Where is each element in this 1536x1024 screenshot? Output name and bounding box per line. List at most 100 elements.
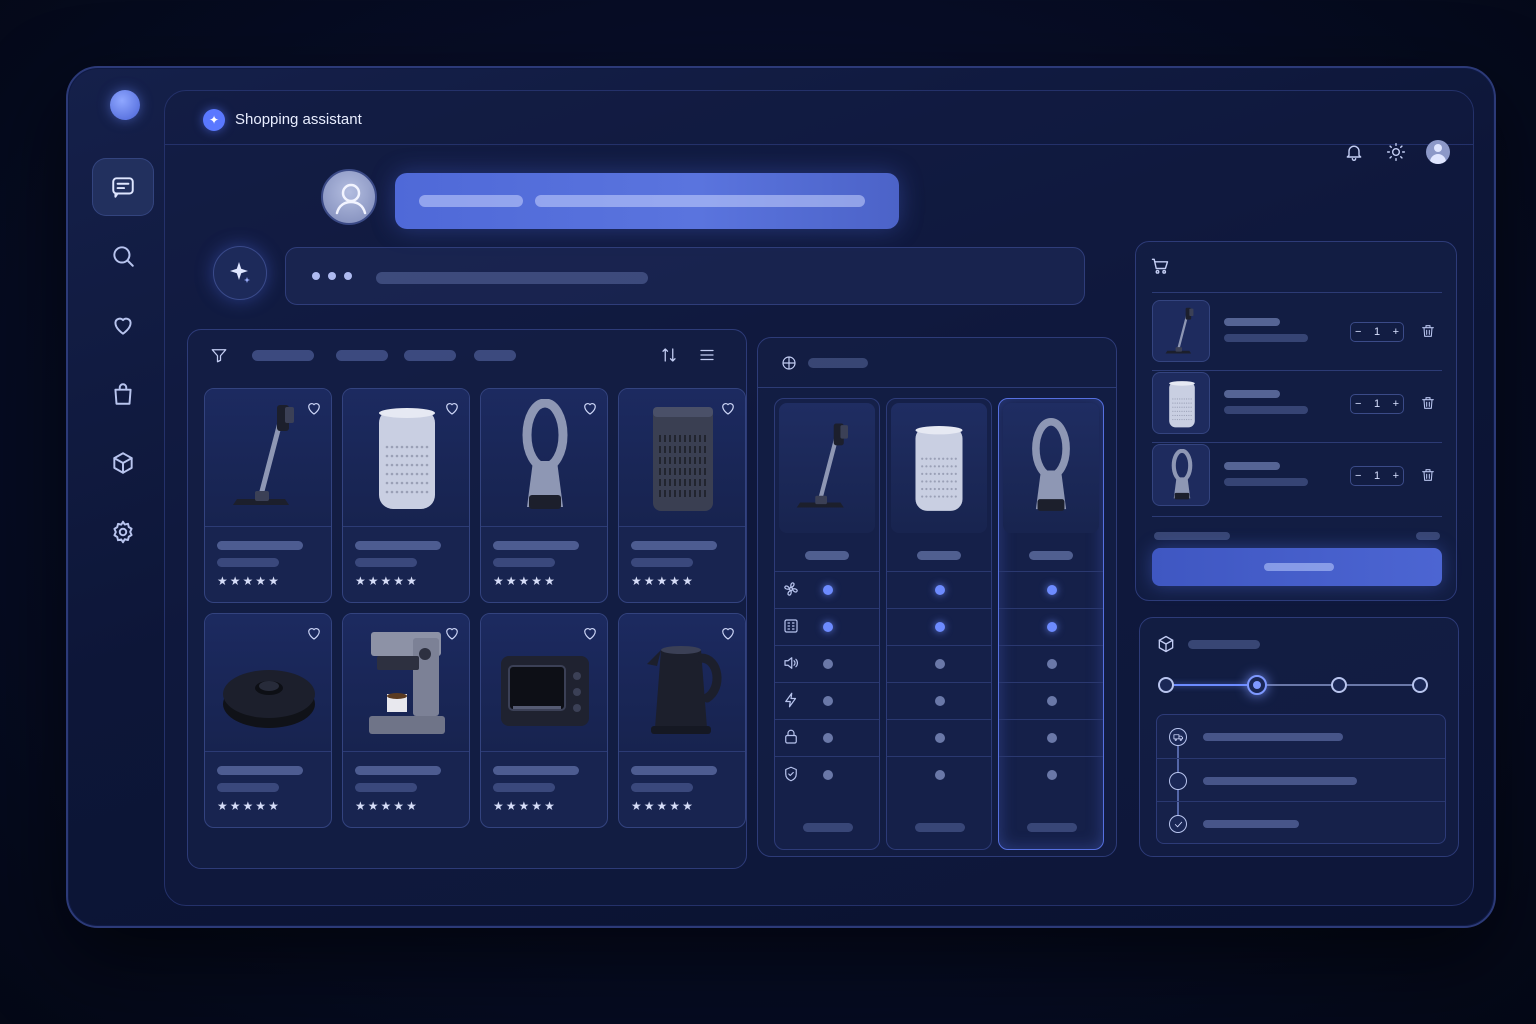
favorite-button[interactable]	[581, 399, 599, 417]
comparison-column[interactable]	[886, 398, 992, 850]
filter-chip[interactable]	[252, 350, 314, 361]
increase-quantity-button[interactable]: +	[1393, 398, 1399, 410]
sort-icon[interactable]	[660, 346, 678, 364]
profile-button[interactable]	[1425, 139, 1451, 165]
quantity-value: 1	[1373, 398, 1381, 410]
decrease-quantity-button[interactable]: −	[1355, 326, 1361, 338]
product-name-placeholder	[805, 551, 849, 560]
feature-label	[776, 681, 806, 718]
feature-indicator	[1047, 659, 1057, 669]
heart-icon	[308, 628, 320, 640]
package-icon	[1158, 635, 1174, 653]
star-icon: ★	[518, 799, 530, 813]
gear-icon	[113, 520, 133, 544]
feature-row	[887, 756, 991, 793]
cart-icon	[1151, 258, 1169, 274]
star-icon: ★	[393, 574, 405, 588]
filter-icon[interactable]	[210, 346, 228, 364]
product-card[interactable]: ★ ★ ★ ★ ★	[342, 388, 470, 603]
cart-item-title-placeholder	[1224, 318, 1280, 326]
cart-item: − 1 +	[1152, 300, 1444, 366]
star-icon: ★	[643, 799, 655, 813]
feature-row	[887, 719, 991, 756]
results-toolbar	[188, 330, 746, 378]
star-icon: ★	[505, 799, 517, 813]
cart-panel: − 1 + − 1 + − 1 +	[1135, 241, 1457, 601]
trash-icon	[1422, 469, 1434, 481]
feature-indicator	[823, 585, 833, 595]
heart-icon	[446, 403, 458, 415]
sidebar-item-settings[interactable]	[92, 503, 154, 561]
cart-item-title-placeholder	[1224, 390, 1280, 398]
user-icon	[335, 183, 367, 215]
sidebar-item-favorites[interactable]	[92, 296, 154, 354]
product-card[interactable]: ★ ★ ★ ★ ★	[480, 388, 608, 603]
decrease-quantity-button[interactable]: −	[1355, 398, 1361, 410]
favorite-button[interactable]	[305, 624, 323, 642]
favorite-button[interactable]	[443, 399, 461, 417]
product-card[interactable]: ★ ★ ★ ★ ★	[204, 613, 332, 828]
product-image	[1003, 403, 1099, 533]
user-message-bubble	[395, 173, 899, 229]
product-card[interactable]: ★ ★ ★ ★ ★	[618, 388, 746, 603]
star-icon: ★	[268, 574, 279, 588]
checkout-button[interactable]	[1152, 548, 1442, 586]
star-icon: ★	[406, 574, 417, 588]
favorite-button[interactable]	[719, 624, 737, 642]
star-icon: ★	[544, 574, 555, 588]
favorite-button[interactable]	[443, 624, 461, 642]
typing-indicator	[312, 272, 352, 280]
cart-item-title-placeholder	[1224, 462, 1280, 470]
cart-item-price-placeholder	[1224, 406, 1308, 414]
remove-item-button[interactable]	[1420, 323, 1436, 339]
product-card[interactable]: ★ ★ ★ ★ ★	[618, 613, 746, 828]
comparison-column[interactable]	[998, 398, 1104, 850]
star-icon: ★	[380, 574, 392, 588]
theme-toggle-button[interactable]	[1383, 139, 1409, 165]
decrease-quantity-button[interactable]: −	[1355, 470, 1361, 482]
sidebar-item-chat[interactable]	[92, 158, 154, 216]
star-icon: ★	[229, 574, 241, 588]
increase-quantity-button[interactable]: +	[1393, 326, 1399, 338]
product-price-placeholder	[355, 783, 417, 792]
list-view-icon[interactable]	[698, 346, 716, 364]
feature-row	[887, 682, 991, 719]
feature-label	[776, 718, 806, 755]
sidebar-item-search[interactable]	[92, 227, 154, 285]
favorite-button[interactable]	[305, 399, 323, 417]
filter-chip[interactable]	[336, 350, 388, 361]
product-card[interactable]: ★ ★ ★ ★ ★	[480, 613, 608, 828]
remove-item-button[interactable]	[1420, 467, 1436, 483]
cart-item-image	[1152, 444, 1210, 506]
feature-label	[776, 644, 806, 681]
sidebar-item-orders[interactable]	[92, 434, 154, 492]
product-card[interactable]: ★ ★ ★ ★ ★	[342, 613, 470, 828]
product-image	[779, 403, 875, 533]
feature-row	[999, 682, 1103, 719]
feature-row	[887, 608, 991, 645]
app-header: ✦ Shopping assistant	[165, 91, 1473, 145]
favorite-button[interactable]	[719, 399, 737, 417]
product-card[interactable]: ★ ★ ★ ★ ★	[204, 388, 332, 603]
app-logo	[110, 90, 140, 120]
product-price-placeholder	[803, 823, 853, 832]
sidebar-item-bag[interactable]	[92, 365, 154, 423]
tracking-events	[1156, 714, 1446, 844]
shopping-bag-icon	[114, 383, 132, 405]
main-area: ✦ Shopping assistant ★ ★ ★ ★ ★ ★ ★ ★ ★ ★…	[164, 90, 1474, 906]
notifications-button[interactable]	[1341, 139, 1367, 165]
star-icon: ★	[367, 799, 379, 813]
feature-label	[776, 755, 806, 792]
feature-indicator	[823, 770, 833, 780]
increase-quantity-button[interactable]: +	[1393, 470, 1399, 482]
filter-chip[interactable]	[404, 350, 456, 361]
star-icon: ★	[355, 799, 366, 813]
sparkle-icon: ✦	[203, 109, 225, 131]
filter-chip[interactable]	[474, 350, 516, 361]
heart-icon	[722, 628, 734, 640]
cart-item: − 1 +	[1152, 444, 1444, 510]
favorite-button[interactable]	[581, 624, 599, 642]
feature-indicator	[1047, 622, 1057, 632]
product-price-placeholder	[493, 558, 555, 567]
remove-item-button[interactable]	[1420, 395, 1436, 411]
